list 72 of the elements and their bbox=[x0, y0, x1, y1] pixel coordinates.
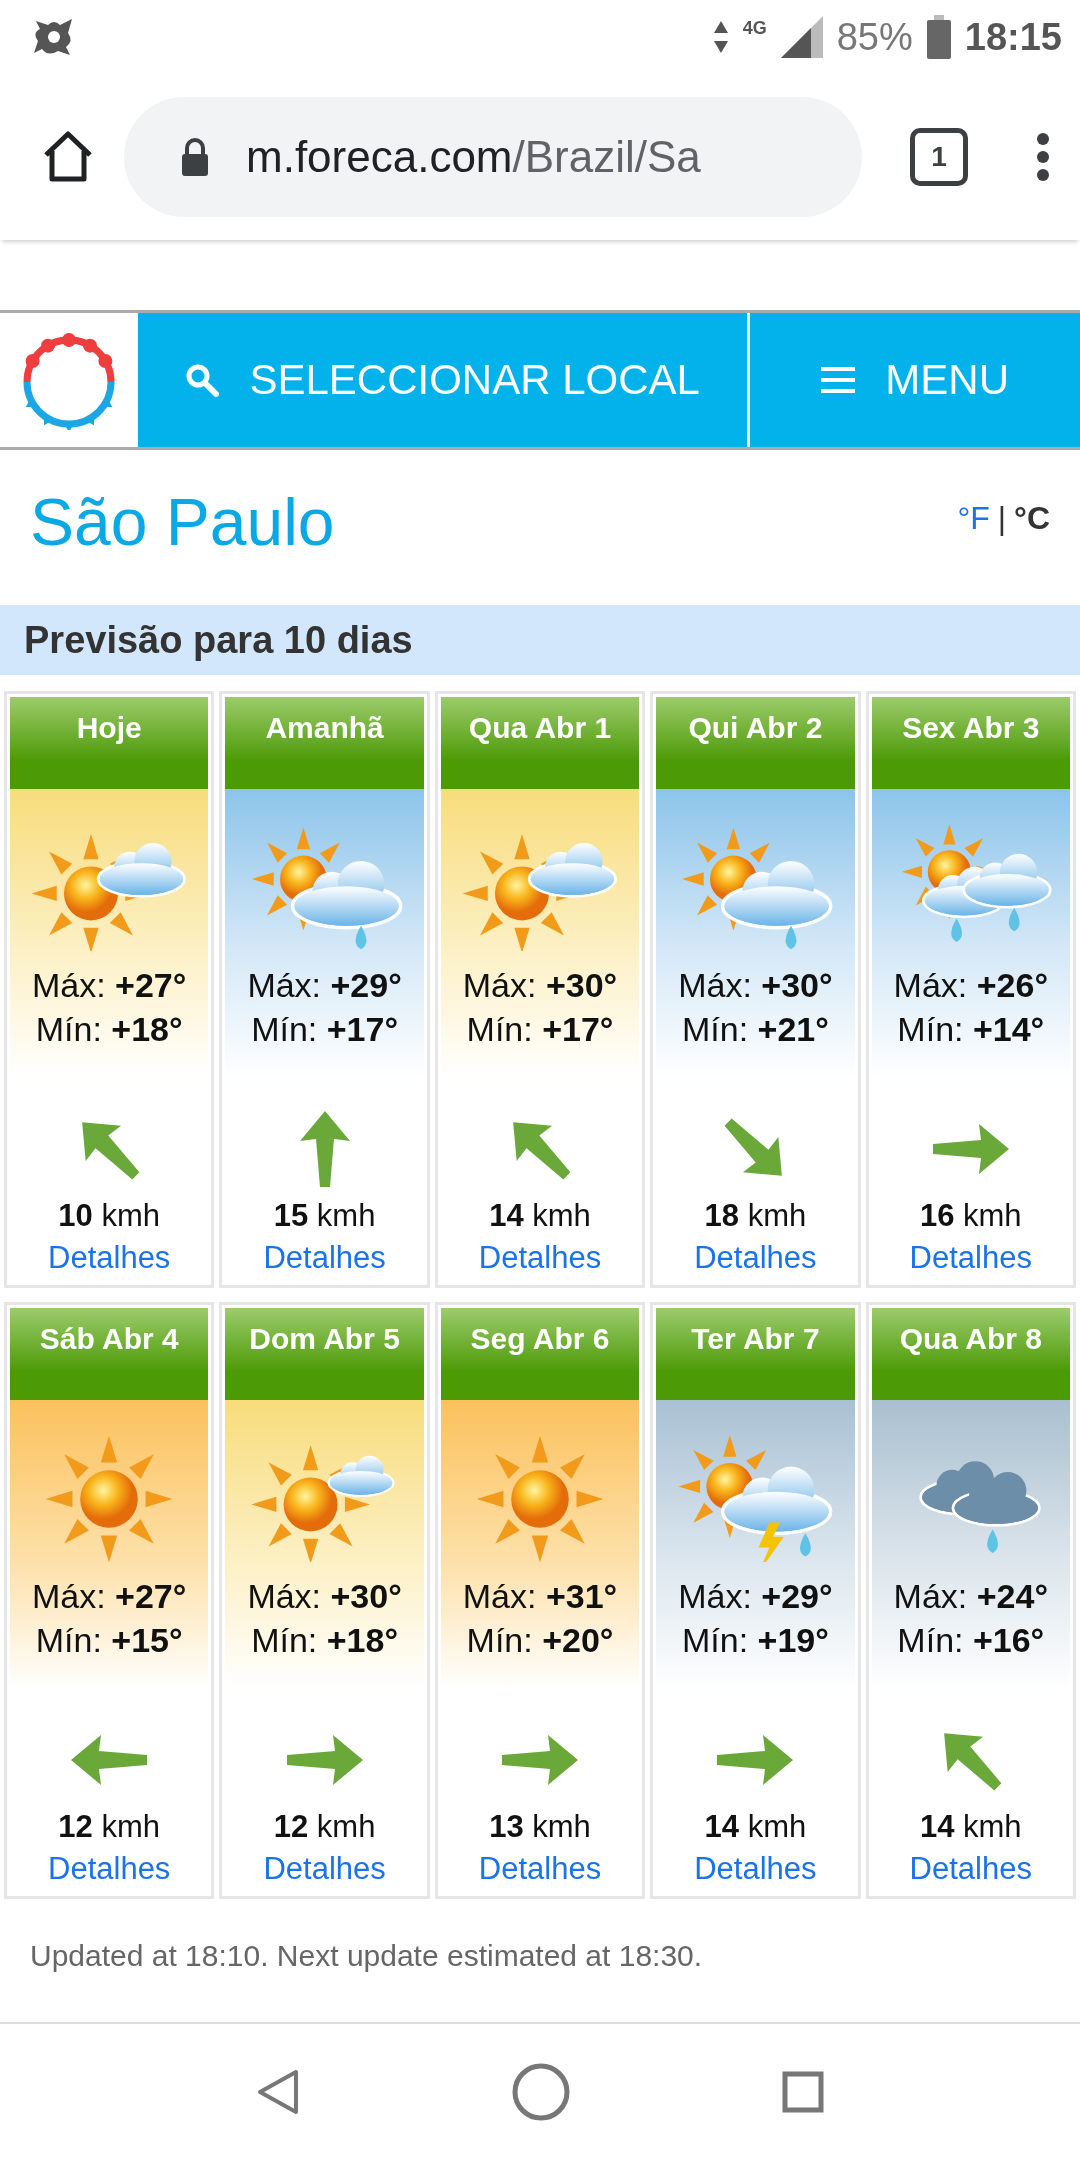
details-link[interactable]: Detalhes bbox=[909, 1851, 1032, 1887]
day-header: Qui Abr 2 bbox=[656, 697, 855, 789]
unit-link[interactable]: °C bbox=[1014, 500, 1050, 537]
wind-speed: 12 kmh bbox=[58, 1809, 161, 1845]
wind-speed: 10 kmh bbox=[58, 1198, 161, 1234]
lock-icon bbox=[180, 137, 210, 177]
back-icon[interactable] bbox=[256, 2068, 300, 2116]
url-field[interactable]: m.foreca.com/Brazil/Sa bbox=[124, 97, 862, 217]
details-link[interactable]: Detalhes bbox=[48, 1851, 171, 1887]
day-header: Ter Abr 7 bbox=[656, 1308, 855, 1400]
unit-link[interactable]: °F bbox=[957, 500, 990, 537]
wind-speed: 12 kmh bbox=[273, 1809, 376, 1845]
max-temperature: Máx: +27° bbox=[32, 1576, 187, 1617]
day-header: Hoje bbox=[10, 697, 209, 789]
home-circle-icon[interactable] bbox=[512, 2063, 570, 2121]
max-temperature: Máx: +27° bbox=[32, 965, 187, 1006]
battery-icon bbox=[926, 15, 951, 59]
details-link[interactable]: Detalhes bbox=[263, 1851, 386, 1887]
wind-speed: 18 kmh bbox=[704, 1198, 807, 1234]
max-temperature: Máx: +26° bbox=[893, 965, 1048, 1006]
max-temperature: Máx: +29° bbox=[678, 1576, 833, 1617]
min-temperature: Mín: +17° bbox=[251, 1009, 398, 1050]
menu-button[interactable]: MENU bbox=[747, 313, 1080, 447]
unit-separator: | bbox=[997, 500, 1007, 537]
battery-percent: 85% bbox=[836, 15, 913, 59]
details-link[interactable]: Detalhes bbox=[694, 1851, 817, 1887]
wind-speed: 13 kmh bbox=[489, 1809, 591, 1845]
details-link[interactable]: Detalhes bbox=[263, 1240, 386, 1276]
menu-icon bbox=[821, 365, 856, 395]
wind-speed: 16 kmh bbox=[919, 1198, 1022, 1234]
min-temperature: Mín: +18° bbox=[35, 1009, 183, 1050]
wind-speed: 14 kmh bbox=[704, 1809, 807, 1845]
section-title: Previsão para 10 dias bbox=[0, 605, 1080, 675]
max-temperature: Máx: +31° bbox=[462, 1576, 618, 1617]
max-temperature: Máx: +30° bbox=[462, 965, 618, 1006]
select-location-button[interactable]: SELECCIONAR LOCAL bbox=[138, 313, 748, 447]
min-temperature: Mín: +16° bbox=[897, 1620, 1045, 1661]
details-link[interactable]: Detalhes bbox=[478, 1240, 602, 1276]
day-header: Amanhã bbox=[225, 697, 424, 789]
max-temperature: Máx: +29° bbox=[247, 965, 402, 1006]
min-temperature: Mín: +18° bbox=[251, 1620, 398, 1661]
max-temperature: Máx: +30° bbox=[247, 1576, 402, 1617]
city-name: São Paulo bbox=[30, 484, 335, 560]
day-header: Seg Abr 6 bbox=[440, 1308, 640, 1400]
wind-speed: 15 kmh bbox=[273, 1198, 376, 1234]
more-menu-icon[interactable] bbox=[1036, 132, 1050, 182]
wind-speed: 14 kmh bbox=[489, 1198, 591, 1234]
details-link[interactable]: Detalhes bbox=[478, 1851, 602, 1887]
search-icon bbox=[185, 363, 220, 397]
min-temperature: Mín: +20° bbox=[466, 1620, 614, 1661]
details-link[interactable]: Detalhes bbox=[48, 1240, 171, 1276]
details-link[interactable]: Detalhes bbox=[694, 1240, 817, 1276]
recents-icon[interactable] bbox=[782, 2071, 824, 2113]
min-temperature: Mín: +17° bbox=[466, 1009, 614, 1050]
update-note: Updated at 18:10. Next update estimated at 18:30. bbox=[30, 1939, 704, 1974]
signal-icon bbox=[780, 16, 823, 58]
day-header: Dom Abr 5 bbox=[225, 1308, 424, 1400]
tab-count-button[interactable]: 1 bbox=[910, 128, 968, 186]
max-temperature: Máx: +30° bbox=[678, 965, 833, 1006]
day-header: Qua Abr 1 bbox=[440, 697, 640, 789]
min-temperature: Mín: +14° bbox=[897, 1009, 1045, 1050]
max-temperature: Máx: +24° bbox=[893, 1576, 1048, 1617]
details-link[interactable]: Detalhes bbox=[909, 1240, 1032, 1276]
day-header: Sex Abr 3 bbox=[871, 697, 1070, 789]
wind-speed: 14 kmh bbox=[919, 1809, 1022, 1845]
min-temperature: Mín: +19° bbox=[681, 1620, 829, 1661]
day-header: Qua Abr 8 bbox=[871, 1308, 1070, 1400]
network-type: 4G bbox=[742, 18, 767, 39]
day-header: Sáb Abr 4 bbox=[10, 1308, 209, 1400]
min-temperature: Mín: +15° bbox=[35, 1620, 183, 1661]
min-temperature: Mín: +21° bbox=[681, 1009, 829, 1050]
clock: 18:15 bbox=[964, 15, 1062, 59]
